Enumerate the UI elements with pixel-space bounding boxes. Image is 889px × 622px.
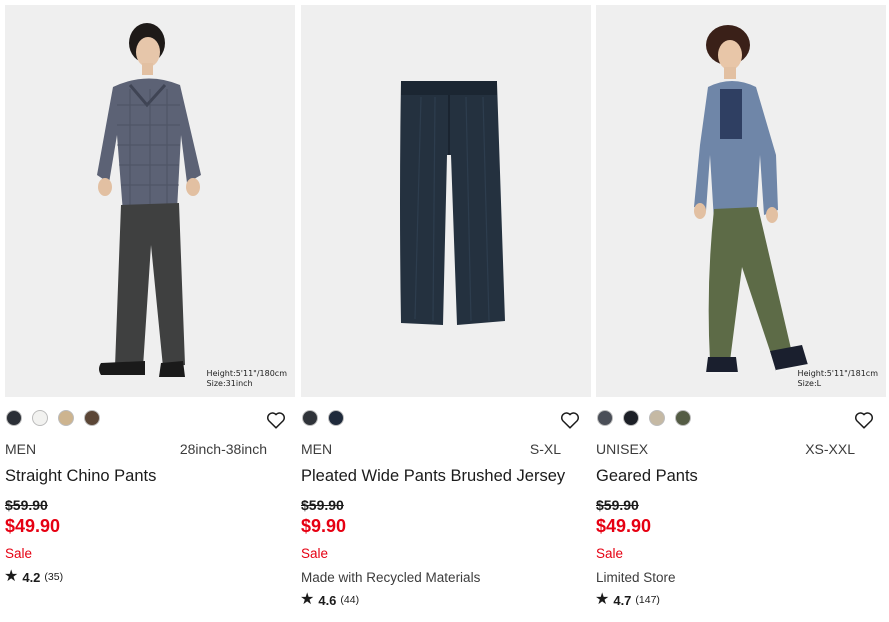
sale-label: Sale <box>301 546 329 561</box>
product-rating: ★ 4.6 (44) <box>300 592 359 608</box>
star-icon: ★ <box>4 568 19 585</box>
color-swatches <box>302 410 344 428</box>
model-height-text: Height:5'11"/180cm <box>206 369 287 378</box>
sale-price: $49.90 <box>596 516 652 536</box>
product-image[interactable]: Height:5'11"/181cm Size:L <box>596 5 886 397</box>
color-swatch[interactable] <box>328 410 344 426</box>
original-price: $59.90 <box>596 497 639 513</box>
star-icon: ★ <box>300 591 315 608</box>
product-image[interactable] <box>301 5 591 397</box>
size-range: S-XL <box>529 441 561 457</box>
model-illustration <box>97 23 201 377</box>
model-size-caption: Height:5'11"/181cm Size:L <box>798 369 878 389</box>
color-swatch[interactable] <box>597 410 613 426</box>
size-range: 28inch-38inch <box>179 441 267 457</box>
heart-outline-icon[interactable] <box>559 409 581 431</box>
review-count: (35) <box>44 571 64 583</box>
sale-price: $49.90 <box>5 516 61 536</box>
color-swatch[interactable] <box>84 410 100 426</box>
rating-score: 4.6 <box>318 592 337 608</box>
product-name[interactable]: Geared Pants <box>596 467 698 486</box>
product-rating: ★ 4.7 (147) <box>595 592 660 608</box>
sale-price: $9.90 <box>301 516 347 536</box>
product-card[interactable]: Height:5'11"/180cm Size:31inch MEN 28inc… <box>0 0 296 622</box>
model-illustration <box>694 25 809 374</box>
product-flag: Limited Store <box>596 570 676 585</box>
sale-label: Sale <box>596 546 624 561</box>
heart-outline-icon[interactable] <box>853 409 875 431</box>
gender-label: UNISEX <box>596 441 649 457</box>
original-price: $59.90 <box>5 497 48 513</box>
heart-outline-icon[interactable] <box>265 409 287 431</box>
color-swatch[interactable] <box>649 410 665 426</box>
model-size-text: Size:31inch <box>206 379 253 388</box>
product-name[interactable]: Pleated Wide Pants Brushed Jersey <box>301 467 565 486</box>
pants-illustration <box>400 81 505 325</box>
model-size-text: Size:L <box>797 379 822 388</box>
product-card[interactable]: Height:5'11"/181cm Size:L UNISEX XS-XXL … <box>591 0 887 622</box>
color-swatch[interactable] <box>675 410 691 426</box>
review-count: (44) <box>340 594 360 606</box>
original-price: $59.90 <box>301 497 344 513</box>
review-count: (147) <box>635 594 660 606</box>
rating-score: 4.7 <box>613 592 632 608</box>
color-swatch[interactable] <box>58 410 74 426</box>
color-swatches <box>597 410 691 428</box>
product-card[interactable]: MEN S-XL Pleated Wide Pants Brushed Jers… <box>296 0 592 622</box>
product-grid: Height:5'11"/180cm Size:31inch MEN 28inc… <box>0 0 889 622</box>
model-height-text: Height:5'11"/181cm <box>797 369 878 378</box>
color-swatch[interactable] <box>6 410 22 426</box>
product-image[interactable]: Height:5'11"/180cm Size:31inch <box>5 5 295 397</box>
product-rating: ★ 4.2 (35) <box>4 569 63 585</box>
product-name[interactable]: Straight Chino Pants <box>5 467 156 486</box>
color-swatch[interactable] <box>302 410 318 426</box>
color-swatches <box>6 410 100 428</box>
sale-label: Sale <box>5 546 33 561</box>
color-swatch[interactable] <box>623 410 639 426</box>
star-icon: ★ <box>595 591 610 608</box>
gender-label: MEN <box>5 441 37 457</box>
size-range: XS-XXL <box>805 441 855 457</box>
model-size-caption: Height:5'11"/180cm Size:31inch <box>207 369 287 389</box>
rating-score: 4.2 <box>22 569 41 585</box>
color-swatch[interactable] <box>32 410 48 426</box>
gender-label: MEN <box>301 441 333 457</box>
product-flag: Made with Recycled Materials <box>301 570 481 585</box>
